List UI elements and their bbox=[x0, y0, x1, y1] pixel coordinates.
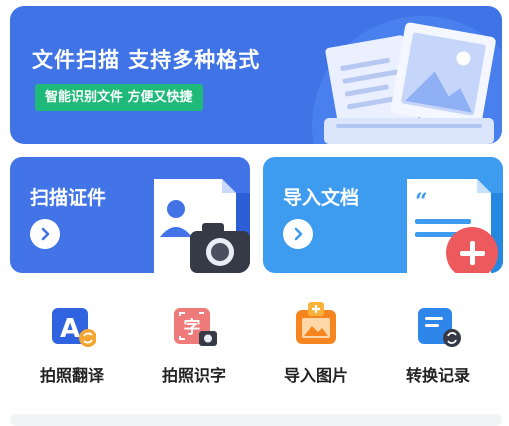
photo-translate-icon: A bbox=[48, 300, 97, 348]
tool-photo-ocr-label: 拍照识字 bbox=[161, 366, 226, 385]
tool-photo-translate-label: 拍照翻译 bbox=[39, 366, 104, 385]
scan-id-arrow-button[interactable] bbox=[30, 219, 60, 249]
tool-photo-translate[interactable]: A 拍照翻译 bbox=[17, 300, 127, 386]
import-document-title: 导入文档 bbox=[283, 187, 360, 209]
document-scan-illustration bbox=[312, 16, 502, 144]
tool-conversion-history-label: 转换记录 bbox=[405, 366, 470, 385]
conversion-history-icon bbox=[414, 300, 462, 348]
id-card-camera-icon bbox=[154, 179, 250, 273]
photo-ocr-icon: 字 bbox=[170, 300, 218, 348]
scan-id-title: 扫描证件 bbox=[30, 187, 107, 209]
promo-banner[interactable]: 文件扫描 支持多种格式 智能识别文件 方便又快捷 bbox=[10, 6, 502, 144]
tool-import-image-label: 导入图片 bbox=[283, 366, 348, 385]
svg-text:“: “ bbox=[415, 189, 428, 215]
scan-id-card[interactable]: 扫描证件 bbox=[10, 157, 250, 273]
banner-badge: 智能识别文件 方便又快捷 bbox=[35, 84, 203, 111]
tool-photo-ocr[interactable]: 字 拍照识字 bbox=[139, 300, 249, 386]
chevron-right-icon bbox=[294, 227, 303, 241]
import-document-arrow-button[interactable] bbox=[283, 219, 313, 249]
tool-conversion-history[interactable]: 转换记录 bbox=[383, 300, 493, 386]
import-image-icon bbox=[292, 300, 340, 348]
svg-text:A: A bbox=[60, 314, 80, 344]
tool-import-image[interactable]: 导入图片 bbox=[261, 300, 371, 386]
tool-grid: A 拍照翻译 字 拍照识字 导入图片 转换记录 bbox=[0, 300, 509, 400]
document-add-icon: “ bbox=[407, 179, 503, 273]
bottom-section-edge bbox=[10, 414, 502, 426]
import-document-card[interactable]: 导入文档 “ bbox=[263, 157, 503, 273]
chevron-right-icon bbox=[41, 227, 50, 241]
svg-text:字: 字 bbox=[184, 317, 201, 338]
banner-title: 文件扫描 支持多种格式 bbox=[32, 48, 261, 72]
